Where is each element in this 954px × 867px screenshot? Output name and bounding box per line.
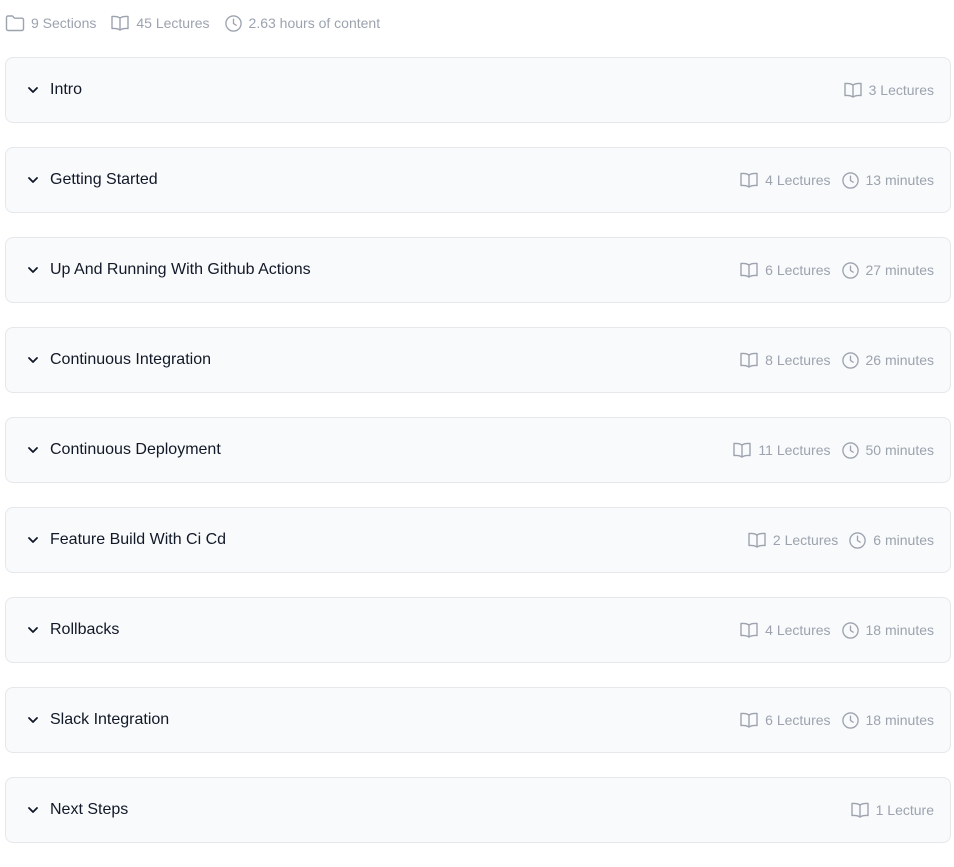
section-duration-text: 18 minutes: [865, 712, 934, 728]
section-lectures: 2 Lectures: [747, 531, 838, 549]
section-title: Feature Build With Ci Cd: [50, 531, 227, 548]
section-row-9[interactable]: Next Steps 1 Lecture: [5, 777, 951, 843]
book-open-icon: [110, 14, 130, 32]
section-lectures: 11 Lectures: [732, 441, 831, 459]
clock-icon: [848, 531, 867, 550]
section-lectures-text: 3 Lectures: [868, 82, 934, 98]
clock-icon: [841, 261, 860, 280]
section-duration-text: 18 minutes: [865, 622, 934, 638]
clock-icon: [841, 351, 860, 370]
chevron-down-icon[interactable]: [26, 173, 40, 187]
section-lectures-text: 6 Lectures: [765, 262, 831, 278]
section-meta: 2 Lectures 6 minutes: [747, 531, 934, 550]
section-lectures: 6 Lectures: [739, 711, 831, 729]
book-open-icon: [739, 351, 759, 369]
section-meta: 6 Lectures 18 minutes: [739, 711, 934, 730]
chevron-down-icon[interactable]: [26, 713, 40, 727]
chevron-down-icon[interactable]: [26, 803, 40, 817]
section-title: Slack Integration: [50, 711, 170, 728]
book-open-icon: [850, 801, 870, 819]
chevron-down-icon[interactable]: [26, 83, 40, 97]
section-lectures-text: 6 Lectures: [765, 712, 831, 728]
section-title: Continuous Integration: [50, 351, 211, 368]
section-lectures-text: 4 Lectures: [765, 172, 831, 188]
section-lectures-text: 11 Lectures: [758, 442, 831, 458]
section-lectures: 4 Lectures: [739, 621, 831, 639]
summary-hours: 2.63 hours of content: [224, 14, 381, 33]
section-lectures: 3 Lectures: [843, 81, 934, 99]
section-title: Next Steps: [50, 801, 129, 818]
book-open-icon: [739, 171, 759, 189]
section-duration: 26 minutes: [841, 351, 934, 370]
sections-list: Intro 3 Lectures Getting Started 4 Lectu…: [5, 57, 951, 867]
summary-hours-text: 2.63 hours of content: [248, 15, 381, 31]
clock-icon: [841, 711, 860, 730]
clock-icon: [841, 171, 860, 190]
section-row-6[interactable]: Feature Build With Ci Cd 2 Lectures 6 mi…: [5, 507, 951, 573]
folder-icon: [5, 14, 25, 32]
section-meta: 4 Lectures 18 minutes: [739, 621, 934, 640]
section-title: Continuous Deployment: [50, 441, 221, 458]
book-open-icon: [747, 531, 767, 549]
section-duration-text: 6 minutes: [873, 532, 934, 548]
section-row-2[interactable]: Getting Started 4 Lectures 13 minutes: [5, 147, 951, 213]
section-duration-text: 50 minutes: [865, 442, 934, 458]
book-open-icon: [739, 261, 759, 279]
section-row-8[interactable]: Slack Integration 6 Lectures 18 minutes: [5, 687, 951, 753]
section-duration: 18 minutes: [841, 621, 934, 640]
chevron-down-icon[interactable]: [26, 533, 40, 547]
section-duration-text: 13 minutes: [865, 172, 934, 188]
section-meta: 1 Lecture: [850, 801, 934, 819]
section-lectures-text: 4 Lectures: [765, 622, 831, 638]
section-row-4[interactable]: Continuous Integration 8 Lectures 26 min…: [5, 327, 951, 393]
summary-lectures: 45 Lectures: [110, 14, 210, 32]
section-title: Intro: [50, 81, 83, 98]
section-row-7[interactable]: Rollbacks 4 Lectures 18 minutes: [5, 597, 951, 663]
section-lectures: 1 Lecture: [850, 801, 934, 819]
section-duration: 27 minutes: [841, 261, 934, 280]
section-duration: 6 minutes: [848, 531, 934, 550]
course-summary: 9 Sections 45 Lectures 2.63 hours of con…: [5, 12, 380, 34]
section-duration-text: 27 minutes: [865, 262, 934, 278]
section-lectures: 4 Lectures: [739, 171, 831, 189]
book-open-icon: [739, 621, 759, 639]
summary-sections: 9 Sections: [5, 14, 96, 32]
section-meta: 6 Lectures 27 minutes: [739, 261, 934, 280]
book-open-icon: [732, 441, 752, 459]
section-meta: 4 Lectures 13 minutes: [739, 171, 934, 190]
section-lectures: 6 Lectures: [739, 261, 831, 279]
section-lectures-text: 8 Lectures: [765, 352, 831, 368]
chevron-down-icon[interactable]: [26, 263, 40, 277]
section-lectures-text: 1 Lecture: [875, 802, 934, 818]
chevron-down-icon[interactable]: [26, 353, 40, 367]
section-row-3[interactable]: Up And Running With Github Actions 6 Lec…: [5, 237, 951, 303]
section-row-5[interactable]: Continuous Deployment 11 Lectures 50 min…: [5, 417, 951, 483]
section-meta: 11 Lectures 50 minutes: [732, 441, 934, 460]
section-lectures: 8 Lectures: [739, 351, 831, 369]
section-title: Up And Running With Github Actions: [50, 261, 311, 278]
clock-icon: [841, 441, 860, 460]
section-duration-text: 26 minutes: [865, 352, 934, 368]
summary-sections-text: 9 Sections: [31, 15, 97, 31]
book-open-icon: [843, 81, 863, 99]
clock-icon: [841, 621, 860, 640]
section-meta: 3 Lectures: [843, 81, 934, 99]
section-title: Getting Started: [50, 171, 158, 188]
section-lectures-text: 2 Lectures: [772, 532, 839, 548]
chevron-down-icon[interactable]: [26, 443, 40, 457]
section-meta: 8 Lectures 26 minutes: [739, 351, 934, 370]
clock-icon: [224, 14, 243, 33]
book-open-icon: [739, 711, 759, 729]
section-duration: 18 minutes: [841, 711, 934, 730]
summary-lectures-text: 45 Lectures: [136, 15, 210, 31]
section-duration: 13 minutes: [841, 171, 934, 190]
section-row-1[interactable]: Intro 3 Lectures: [5, 57, 951, 123]
section-duration: 50 minutes: [841, 441, 934, 460]
section-title: Rollbacks: [50, 621, 120, 638]
chevron-down-icon[interactable]: [26, 623, 40, 637]
